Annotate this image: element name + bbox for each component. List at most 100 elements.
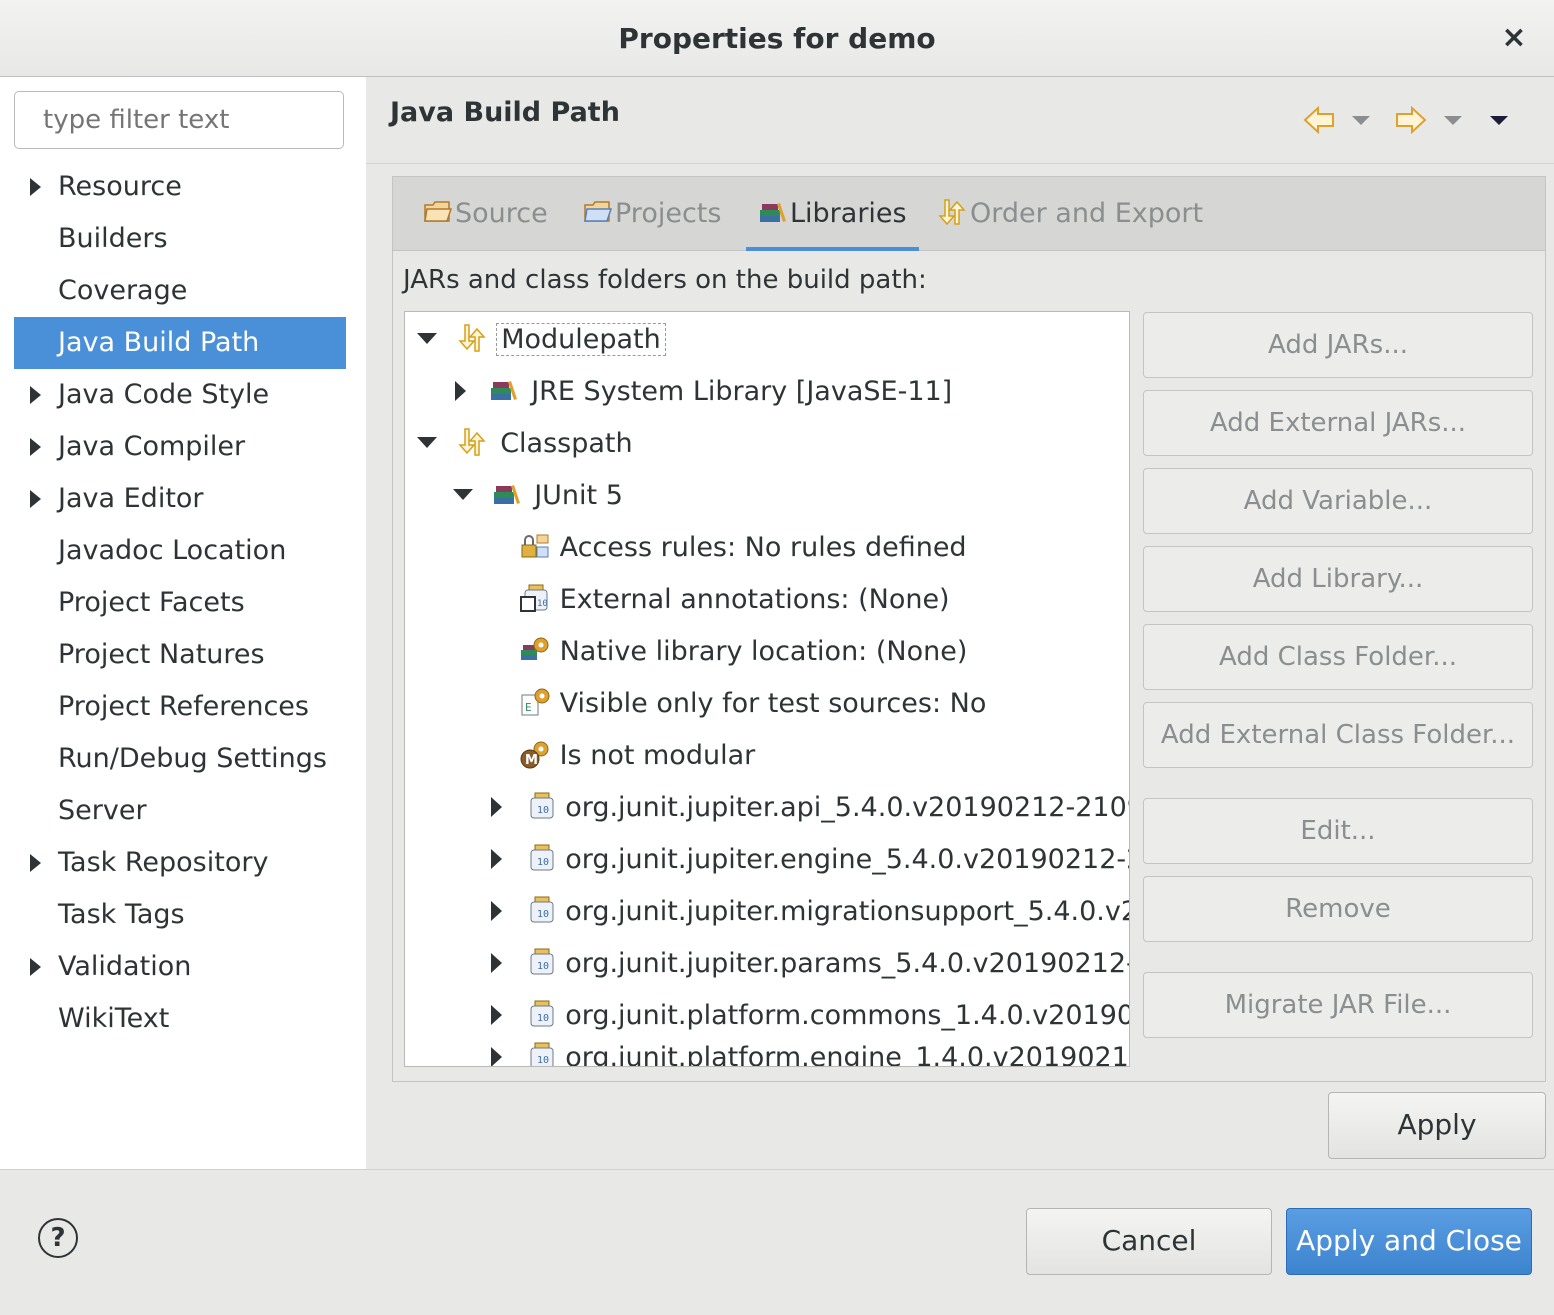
svg-text:10: 10 — [537, 599, 548, 609]
title-bar: Properties for demo × — [0, 0, 1554, 77]
tree-node-jar[interactable]: 10 org.junit.jupiter.migrationsupport_5.… — [491, 886, 1130, 938]
tree-node-label: Is not modular — [559, 740, 756, 771]
tree-node-label: Classpath — [500, 428, 633, 459]
tree-node-label: org.junit.jupiter.api_5.4.0.v20190212-21… — [565, 792, 1130, 823]
apply-and-close-button[interactable]: Apply and Close — [1286, 1208, 1532, 1275]
expand-arrow-icon[interactable] — [491, 1004, 502, 1025]
nav-item-server[interactable]: Server — [14, 785, 346, 837]
expand-arrow-icon[interactable] — [30, 386, 41, 404]
nav-item-java-code-style[interactable]: Java Code Style — [14, 369, 346, 421]
add-jars-button[interactable]: Add JARs... — [1143, 312, 1533, 378]
edit-button[interactable]: Edit... — [1143, 798, 1533, 864]
tree-node-native-library-location[interactable]: Native library location: (None) — [519, 626, 967, 678]
expand-arrow-icon[interactable] — [491, 952, 502, 973]
tree-node-visible-test-sources[interactable]: E Visible only for test sources: No — [519, 678, 986, 730]
modulepath-icon — [457, 323, 486, 352]
remove-button[interactable]: Remove — [1143, 876, 1533, 942]
libraries-icon — [760, 202, 786, 222]
expand-arrow-icon[interactable] — [491, 796, 502, 817]
expand-arrow-icon[interactable] — [491, 900, 502, 921]
help-icon[interactable]: ? — [38, 1218, 78, 1258]
tree-node-label: Access rules: No rules defined — [559, 532, 967, 563]
expand-arrow-icon[interactable] — [30, 438, 41, 456]
tree-node-external-annotations[interactable]: 10 External annotations: (None) — [519, 574, 950, 626]
nav-item-validation[interactable]: Validation — [14, 941, 346, 993]
build-path-tree[interactable]: Modulepath JRE System Library [JavaSE-11… — [404, 311, 1130, 1067]
build-path-label: JARs and class folders on the build path… — [403, 265, 927, 295]
native-library-icon — [521, 637, 549, 660]
expand-arrow-icon[interactable] — [30, 178, 41, 196]
nav-item-coverage[interactable]: Coverage — [14, 265, 346, 317]
tree-node-label: org.junit.jupiter.migrationsupport_5.4.0… — [565, 896, 1130, 927]
expand-arrow-icon[interactable] — [30, 958, 41, 976]
view-menu-chevron-icon[interactable] — [1488, 109, 1510, 131]
nav-item-project-facets[interactable]: Project Facets — [14, 577, 346, 629]
property-page: Java Build Path Source Projects Librarie… — [366, 77, 1554, 1169]
nav-item-javadoc-location[interactable]: Javadoc Location — [14, 525, 346, 577]
library-icon — [490, 380, 517, 400]
nav-item-task-tags[interactable]: Task Tags — [14, 889, 346, 941]
cancel-button[interactable]: Cancel — [1026, 1208, 1272, 1275]
add-class-folder-button[interactable]: Add Class Folder... — [1143, 624, 1533, 690]
add-library-button[interactable]: Add Library... — [1143, 546, 1533, 612]
classpath-icon — [457, 427, 486, 456]
add-external-jars-button[interactable]: Add External JARs... — [1143, 390, 1533, 456]
collapse-arrow-icon[interactable] — [417, 437, 437, 448]
nav-item-run-debug-settings[interactable]: Run/Debug Settings — [14, 733, 346, 785]
nav-item-builders[interactable]: Builders — [14, 213, 346, 265]
nav-item-resource[interactable]: Resource — [14, 161, 346, 213]
dialog-button-bar: ? Cancel Apply and Close — [0, 1169, 1554, 1315]
expand-arrow-icon[interactable] — [491, 1046, 502, 1066]
expand-arrow-icon[interactable] — [491, 848, 502, 869]
tree-node-classpath[interactable]: Classpath — [417, 418, 633, 470]
tree-node-label: Modulepath — [496, 323, 666, 356]
tab-libraries[interactable]: Libraries — [746, 177, 919, 251]
tab-order-and-export[interactable]: Order and Export — [936, 177, 1203, 250]
tree-node-jar[interactable]: 10 org.junit.platform.engine_1.4.0.v2019… — [491, 1032, 1130, 1067]
source-folder-icon — [424, 200, 453, 222]
tab-source[interactable]: Source — [423, 177, 548, 250]
tree-node-modulepath[interactable]: Modulepath — [417, 314, 666, 366]
filter-input[interactable] — [14, 91, 344, 149]
tree-node-jar[interactable]: 10 org.junit.jupiter.params_5.4.0.v20190… — [491, 938, 1130, 990]
forward-menu-chevron-icon[interactable] — [1442, 109, 1464, 131]
tree-node-access-rules[interactable]: Access rules: No rules defined — [519, 522, 967, 574]
tree-node-label: JRE System Library [JavaSE-11] — [531, 376, 953, 407]
nav-item-java-build-path[interactable]: Java Build Path — [14, 317, 346, 369]
tree-node-label: org.junit.platform.engine_1.4.0.v2019021… — [565, 1042, 1130, 1067]
nav-item-wikitext[interactable]: WikiText — [14, 993, 346, 1045]
preference-tree-pane: Resource Builders Coverage Java Build Pa… — [0, 77, 366, 1169]
nav-item-project-references[interactable]: Project References — [14, 681, 346, 733]
tree-node-jre-system-library[interactable]: JRE System Library [JavaSE-11] — [455, 366, 952, 418]
expand-arrow-icon[interactable] — [30, 854, 41, 872]
nav-item-project-natures[interactable]: Project Natures — [14, 629, 346, 681]
forward-arrow-icon[interactable] — [1394, 103, 1428, 137]
tree-node-junit5[interactable]: JUnit 5 — [453, 470, 623, 522]
order-export-icon — [938, 198, 966, 225]
add-external-class-folder-button[interactable]: Add External Class Folder... — [1143, 702, 1533, 768]
back-menu-chevron-icon[interactable] — [1350, 109, 1372, 131]
svg-text:10: 10 — [537, 857, 549, 868]
tree-node-jar[interactable]: 10 org.junit.jupiter.engine_5.4.0.v20190… — [491, 834, 1129, 886]
tree-node-label: org.junit.jupiter.params_5.4.0.v20190212… — [565, 948, 1130, 979]
expand-arrow-icon[interactable] — [30, 490, 41, 508]
migrate-jar-button[interactable]: Migrate JAR File... — [1143, 972, 1533, 1038]
tree-node-not-modular[interactable]: M Is not modular — [519, 730, 755, 782]
add-variable-button[interactable]: Add Variable... — [1143, 468, 1533, 534]
tree-node-jar[interactable]: 10 org.junit.jupiter.api_5.4.0.v20190212… — [491, 782, 1130, 834]
jar-icon: 10 — [530, 896, 554, 922]
svg-text:M: M — [525, 753, 538, 768]
expand-arrow-icon[interactable] — [455, 380, 466, 401]
close-icon[interactable]: × — [1496, 20, 1532, 56]
collapse-arrow-icon[interactable] — [417, 333, 437, 344]
apply-button[interactable]: Apply — [1328, 1092, 1546, 1159]
collapse-arrow-icon[interactable] — [453, 489, 473, 500]
jar-icon: 10 — [530, 948, 554, 974]
tab-strip: Source Projects Libraries Order and Expo… — [393, 177, 1545, 251]
nav-item-java-editor[interactable]: Java Editor — [14, 473, 346, 525]
tab-projects[interactable]: Projects — [583, 177, 721, 250]
nav-item-java-compiler[interactable]: Java Compiler — [14, 421, 346, 473]
back-arrow-icon[interactable] — [1302, 103, 1336, 137]
nav-item-task-repository[interactable]: Task Repository — [14, 837, 346, 889]
active-tab-indicator — [746, 247, 919, 251]
